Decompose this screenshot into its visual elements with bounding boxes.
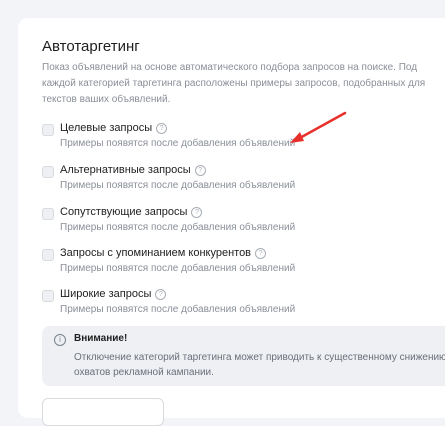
bottom-button[interactable] [42,398,164,426]
red-arrow-icon [290,111,347,143]
